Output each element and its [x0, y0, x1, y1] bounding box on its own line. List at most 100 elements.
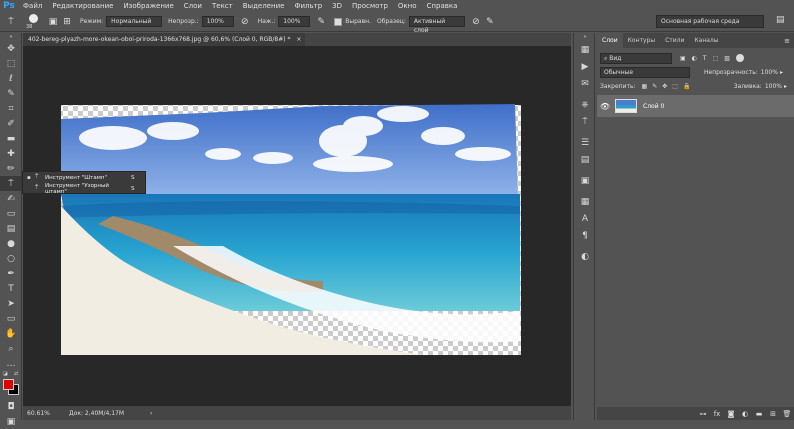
- filter-pixel-icon[interactable]: ▣: [680, 55, 686, 62]
- blend-mode-select[interactable]: Обычные: [600, 66, 690, 78]
- menu-window[interactable]: Окно: [393, 0, 422, 12]
- layer-row[interactable]: 👁 Слой 0: [597, 95, 794, 117]
- menu-image[interactable]: Изображение: [118, 0, 178, 12]
- foreground-color-swatch[interactable]: [3, 379, 14, 390]
- flyout-clone-stamp[interactable]: ▪ ⍑ Инструмент "Штамп" S: [23, 172, 145, 183]
- ruler-tool-icon[interactable]: ▬: [0, 131, 22, 146]
- properties-panel-icon[interactable]: ▤: [574, 151, 596, 168]
- menu-filter[interactable]: Фильтр: [289, 0, 327, 12]
- dodge-tool-icon[interactable]: ○: [0, 251, 22, 266]
- panel-menu-icon[interactable]: ≡: [784, 37, 794, 45]
- filter-smart-object-icon[interactable]: ▨: [724, 55, 730, 62]
- airbrush-icon[interactable]: ✎: [314, 15, 328, 29]
- aligned-checkbox[interactable]: [334, 17, 343, 26]
- tab-layers[interactable]: Слои: [597, 33, 623, 48]
- lock-image-icon[interactable]: ✎: [652, 83, 657, 90]
- toggle-brush-panel-icon[interactable]: ▣: [46, 15, 60, 29]
- menu-edit[interactable]: Редактирование: [47, 0, 118, 12]
- link-layers-icon[interactable]: ⊶: [696, 410, 710, 418]
- fill-dropdown-icon[interactable]: ▸: [784, 83, 791, 90]
- character-panel-icon[interactable]: A: [574, 210, 596, 227]
- color-panel-icon[interactable]: ◐: [574, 248, 596, 265]
- menu-3d[interactable]: 3D: [327, 0, 347, 12]
- tools-collapse-icon[interactable]: »: [0, 33, 22, 41]
- layer-name[interactable]: Слой 0: [643, 103, 664, 110]
- layer-fill-input[interactable]: 100%: [765, 83, 782, 90]
- default-colors-icon[interactable]: ◪: [3, 371, 8, 377]
- ignore-adjustment-layers-icon[interactable]: ⊘: [469, 15, 483, 29]
- zoom-tool-icon[interactable]: ⌕: [0, 341, 22, 356]
- pen-tool-icon[interactable]: ✒: [0, 266, 22, 281]
- flow-input[interactable]: 100%: [278, 16, 311, 27]
- workspace-menu-icon[interactable]: ▤: [776, 15, 790, 29]
- brush-presets-panel-icon[interactable]: ⍑: [574, 113, 596, 130]
- gradient-tool-icon[interactable]: ▤: [0, 221, 22, 236]
- history-panel-icon[interactable]: ▦: [574, 41, 596, 58]
- menu-select[interactable]: Выделение: [238, 0, 290, 12]
- comments-panel-icon[interactable]: ✉: [574, 75, 596, 92]
- lock-artboard-icon[interactable]: ⬚: [672, 83, 678, 90]
- stamp-tool-preset-icon[interactable]: ⍑: [4, 15, 18, 29]
- screen-mode-icon[interactable]: ▣: [0, 414, 22, 429]
- quick-mask-icon[interactable]: ◘: [0, 399, 22, 414]
- crop-tool-icon[interactable]: ⌗: [0, 101, 22, 116]
- brush-size-picker[interactable]: 38: [24, 13, 46, 31]
- tab-channels[interactable]: Каналы: [689, 33, 723, 48]
- pressure-opacity-icon[interactable]: ⊘: [238, 15, 252, 29]
- lock-position-icon[interactable]: ✥: [662, 83, 667, 90]
- document-tab[interactable]: 402-bereg-plyazh-more-okean-oboi-priroda…: [23, 33, 305, 46]
- swap-colors-icon[interactable]: ⇄: [14, 371, 18, 377]
- workspace-select[interactable]: Основная рабочая среда: [656, 15, 764, 28]
- toggle-clone-source-icon[interactable]: ⊞: [60, 15, 74, 29]
- blur-tool-icon[interactable]: ●: [0, 236, 22, 251]
- eyedropper-tool-icon[interactable]: ✐: [0, 116, 22, 131]
- layer-opacity-input[interactable]: 100%: [761, 69, 778, 76]
- glyphs-panel-icon[interactable]: ▦: [574, 193, 596, 210]
- sample-select[interactable]: Активный слой: [408, 16, 465, 34]
- history-brush-tool-icon[interactable]: ✍: [0, 191, 22, 206]
- visibility-eye-icon[interactable]: 👁: [597, 102, 613, 111]
- flyout-pattern-stamp[interactable]: ⍑ Инструмент "Узорный штамп" S: [23, 183, 145, 195]
- clone-source-panel-icon[interactable]: ⎈: [574, 96, 596, 113]
- brush-tool-icon[interactable]: ✏: [0, 161, 22, 176]
- status-menu-icon[interactable]: ›: [150, 410, 152, 417]
- delete-layer-icon[interactable]: 🗑: [780, 410, 794, 418]
- quick-selection-tool-icon[interactable]: ✎: [0, 86, 22, 101]
- hand-tool-icon[interactable]: ✋: [0, 326, 22, 341]
- actions-panel-icon[interactable]: ▶: [574, 58, 596, 75]
- add-mask-icon[interactable]: ◙: [724, 410, 738, 418]
- lasso-tool-icon[interactable]: ℓ: [0, 71, 22, 86]
- clone-stamp-tool-icon[interactable]: ⍑: [0, 176, 22, 191]
- swatches-panel-icon[interactable]: ▣: [574, 172, 596, 189]
- paragraph-panel-icon[interactable]: ¶: [574, 227, 596, 244]
- new-group-icon[interactable]: ▬: [752, 410, 766, 418]
- canvas-area[interactable]: [23, 46, 571, 406]
- filter-adjustment-icon[interactable]: ◐: [692, 55, 697, 62]
- shape-tool-icon[interactable]: ▭: [0, 311, 22, 326]
- adjustments-panel-icon[interactable]: ☰: [574, 134, 596, 151]
- menu-help[interactable]: Справка: [422, 0, 463, 12]
- menu-file[interactable]: Файл: [18, 0, 47, 12]
- lock-transparent-icon[interactable]: ▦: [642, 83, 648, 90]
- lock-all-icon[interactable]: 🔒: [683, 83, 690, 90]
- type-tool-icon[interactable]: T: [0, 281, 22, 296]
- new-adjustment-layer-icon[interactable]: ◐: [738, 410, 752, 418]
- healing-brush-tool-icon[interactable]: ✚: [0, 146, 22, 161]
- marquee-tool-icon[interactable]: ⬚: [0, 56, 22, 71]
- tab-styles[interactable]: Стили: [660, 33, 689, 48]
- filter-shape-icon[interactable]: ⬚: [713, 55, 719, 62]
- new-layer-icon[interactable]: ⊞: [766, 410, 780, 418]
- menu-layers[interactable]: Слои: [179, 0, 207, 12]
- more-tools-icon[interactable]: …: [0, 356, 22, 371]
- layer-filter-select[interactable]: ⌕ Вид: [600, 52, 672, 64]
- tab-paths[interactable]: Контуры: [623, 33, 660, 48]
- opacity-input[interactable]: 100%: [201, 16, 234, 27]
- path-selection-tool-icon[interactable]: ➤: [0, 296, 22, 311]
- move-tool-icon[interactable]: ✥: [0, 41, 22, 56]
- mode-select[interactable]: Нормальный: [106, 16, 163, 27]
- filter-toggle-icon[interactable]: [735, 54, 744, 62]
- eraser-tool-icon[interactable]: ▭: [0, 206, 22, 221]
- filter-type-icon[interactable]: T: [703, 55, 707, 62]
- add-layer-style-icon[interactable]: fx: [710, 410, 724, 418]
- document-close-button[interactable]: ×: [296, 36, 301, 43]
